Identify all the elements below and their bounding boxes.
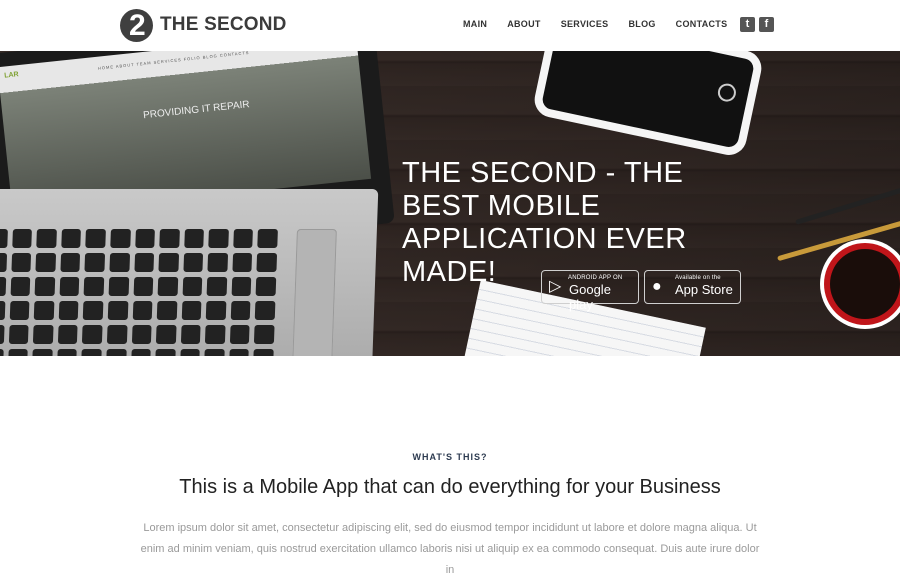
- app-store-small-label: Available on the: [675, 275, 721, 281]
- coffee-cup-image: [820, 239, 900, 329]
- laptop-screen-nav: HOME ABOUT TEAM SERVICES FOLIO BLOG CONT…: [97, 51, 250, 71]
- google-play-label: Google play: [569, 282, 611, 312]
- laptop-screen-heading: PROVIDING IT REPAIR: [142, 99, 251, 122]
- section-eyebrow: WHAT'S THIS?: [412, 452, 488, 462]
- social-links: t f: [740, 17, 774, 32]
- nav-main[interactable]: MAIN: [463, 19, 487, 29]
- logo-mark-icon: 2: [120, 8, 153, 42]
- section-title: This is a Mobile App that can do everyth…: [179, 476, 721, 498]
- brand-logo[interactable]: 2 THE SECOND: [120, 8, 287, 42]
- keyboard: [0, 229, 278, 356]
- nav-services[interactable]: SERVICES: [561, 19, 609, 29]
- site-header: 2 THE SECOND MAIN ABOUT SERVICES BLOG CO…: [0, 0, 900, 51]
- logo-mark-text: 2: [129, 8, 146, 42]
- section-body: Lorem ipsum dolor sit amet, consectetur …: [140, 522, 760, 576]
- app-store-button[interactable]: ● Available on the App Store: [644, 270, 741, 304]
- app-store-label: App Store: [675, 282, 733, 297]
- nav-contacts[interactable]: CONTACTS: [676, 19, 728, 29]
- phone-image: [531, 51, 765, 159]
- hero-banner: LAR HOME ABOUT TEAM SERVICES FOLIO BLOG …: [0, 51, 900, 356]
- apple-icon: ●: [652, 278, 662, 295]
- brand-name: THE SECOND: [160, 14, 287, 35]
- nav-about[interactable]: ABOUT: [507, 19, 541, 29]
- facebook-icon[interactable]: f: [759, 17, 774, 32]
- laptop-screen-brand: LAR: [3, 71, 20, 80]
- play-icon: ▷: [549, 278, 562, 295]
- main-nav: MAIN ABOUT SERVICES BLOG CONTACTS: [463, 19, 747, 29]
- google-play-small-label: ANDROID APP ON: [568, 275, 623, 281]
- laptop-keyboard-image: [0, 189, 379, 356]
- google-play-button[interactable]: ▷ ANDROID APP ON Google play: [541, 270, 639, 312]
- twitter-icon[interactable]: t: [740, 17, 755, 32]
- nav-blog[interactable]: BLOG: [628, 19, 655, 29]
- trackpad: [292, 229, 337, 356]
